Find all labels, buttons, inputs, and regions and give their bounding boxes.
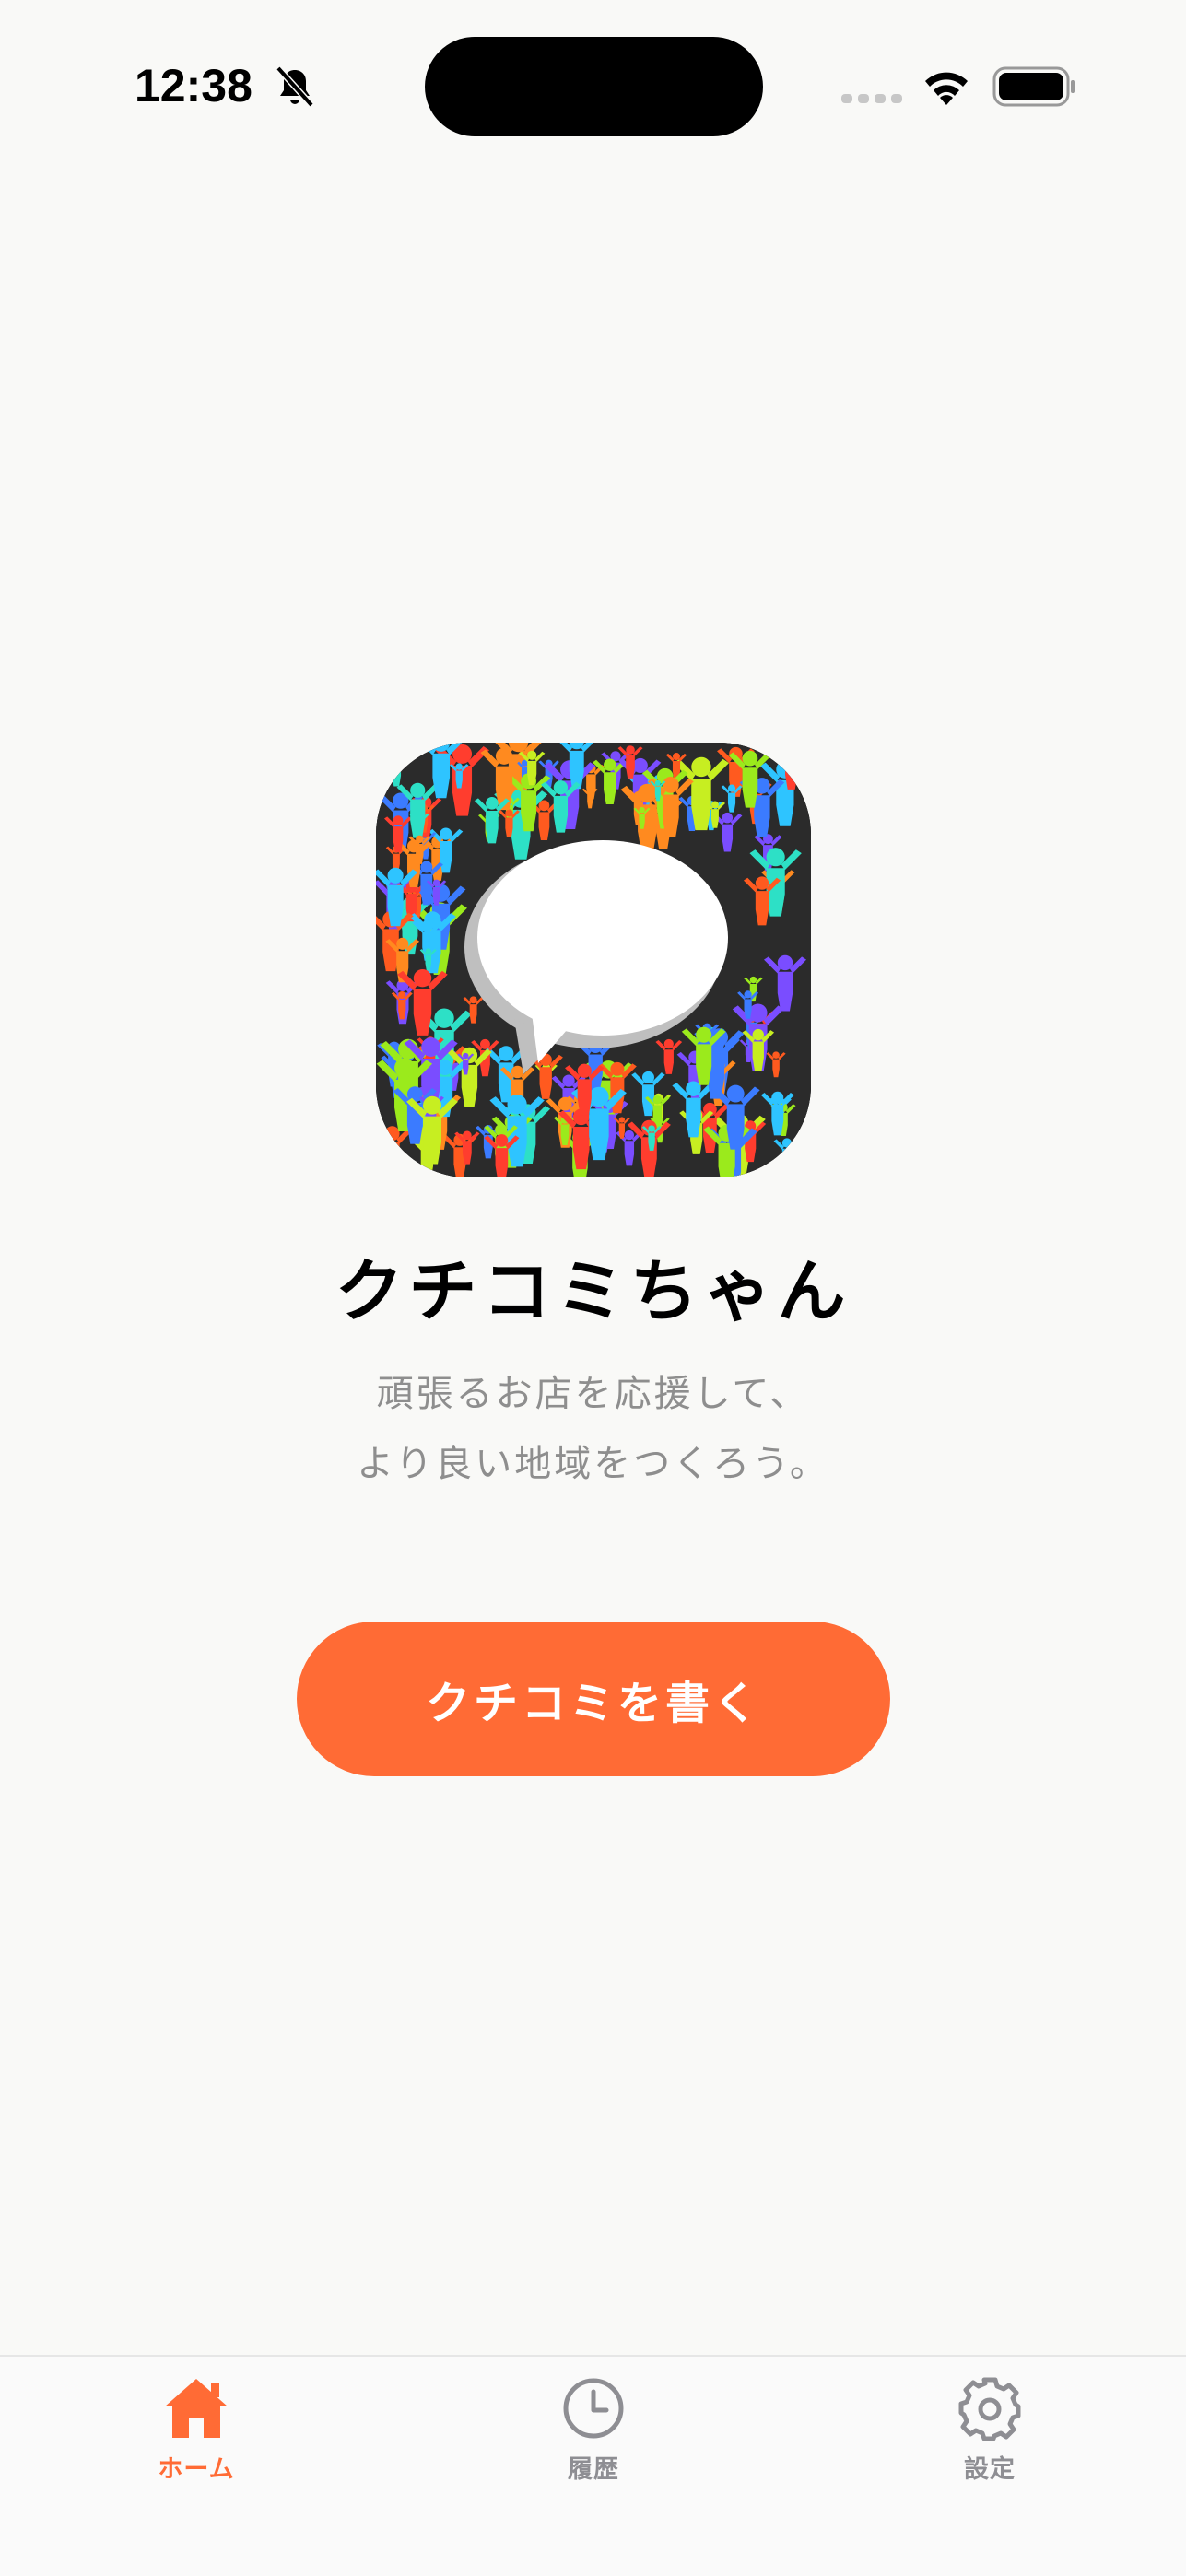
people-speech-bubble-icon [376, 743, 811, 1177]
battery-icon [992, 66, 1075, 107]
clock-icon [563, 2378, 624, 2439]
tagline-line-2: より良い地域をつくろう。 [357, 1443, 829, 1485]
gear-icon [958, 2377, 1021, 2441]
dynamic-island [425, 37, 763, 136]
tab-history-label: 履歴 [568, 2455, 619, 2484]
tab-home-label: ホーム [158, 2455, 235, 2484]
silent-bell-icon [276, 65, 314, 108]
app-icon [376, 743, 811, 1177]
tagline-line-1: 頑張るお店を応援して、 [376, 1373, 810, 1415]
wifi-icon [925, 72, 968, 105]
home-screen: 12:38 クチコミちゃん 頑張るお店を応援して、 より良い地域をつくろう。 ク… [0, 0, 1186, 2576]
cellular-signal-icon [841, 94, 902, 103]
tab-settings[interactable]: 設定 [898, 2375, 1082, 2495]
tab-history[interactable]: 履歴 [501, 2375, 686, 2495]
app-title: クチコミちゃん [335, 1252, 851, 1331]
status-time: 12:38 [135, 60, 252, 111]
tab-bar: ホーム 履歴 設定 [0, 2355, 1186, 2576]
house-icon [165, 2379, 228, 2438]
tab-home[interactable]: ホーム [104, 2375, 288, 2495]
write-review-button[interactable]: クチコミを書く [297, 1622, 890, 1776]
tab-settings-label: 設定 [964, 2455, 1016, 2484]
